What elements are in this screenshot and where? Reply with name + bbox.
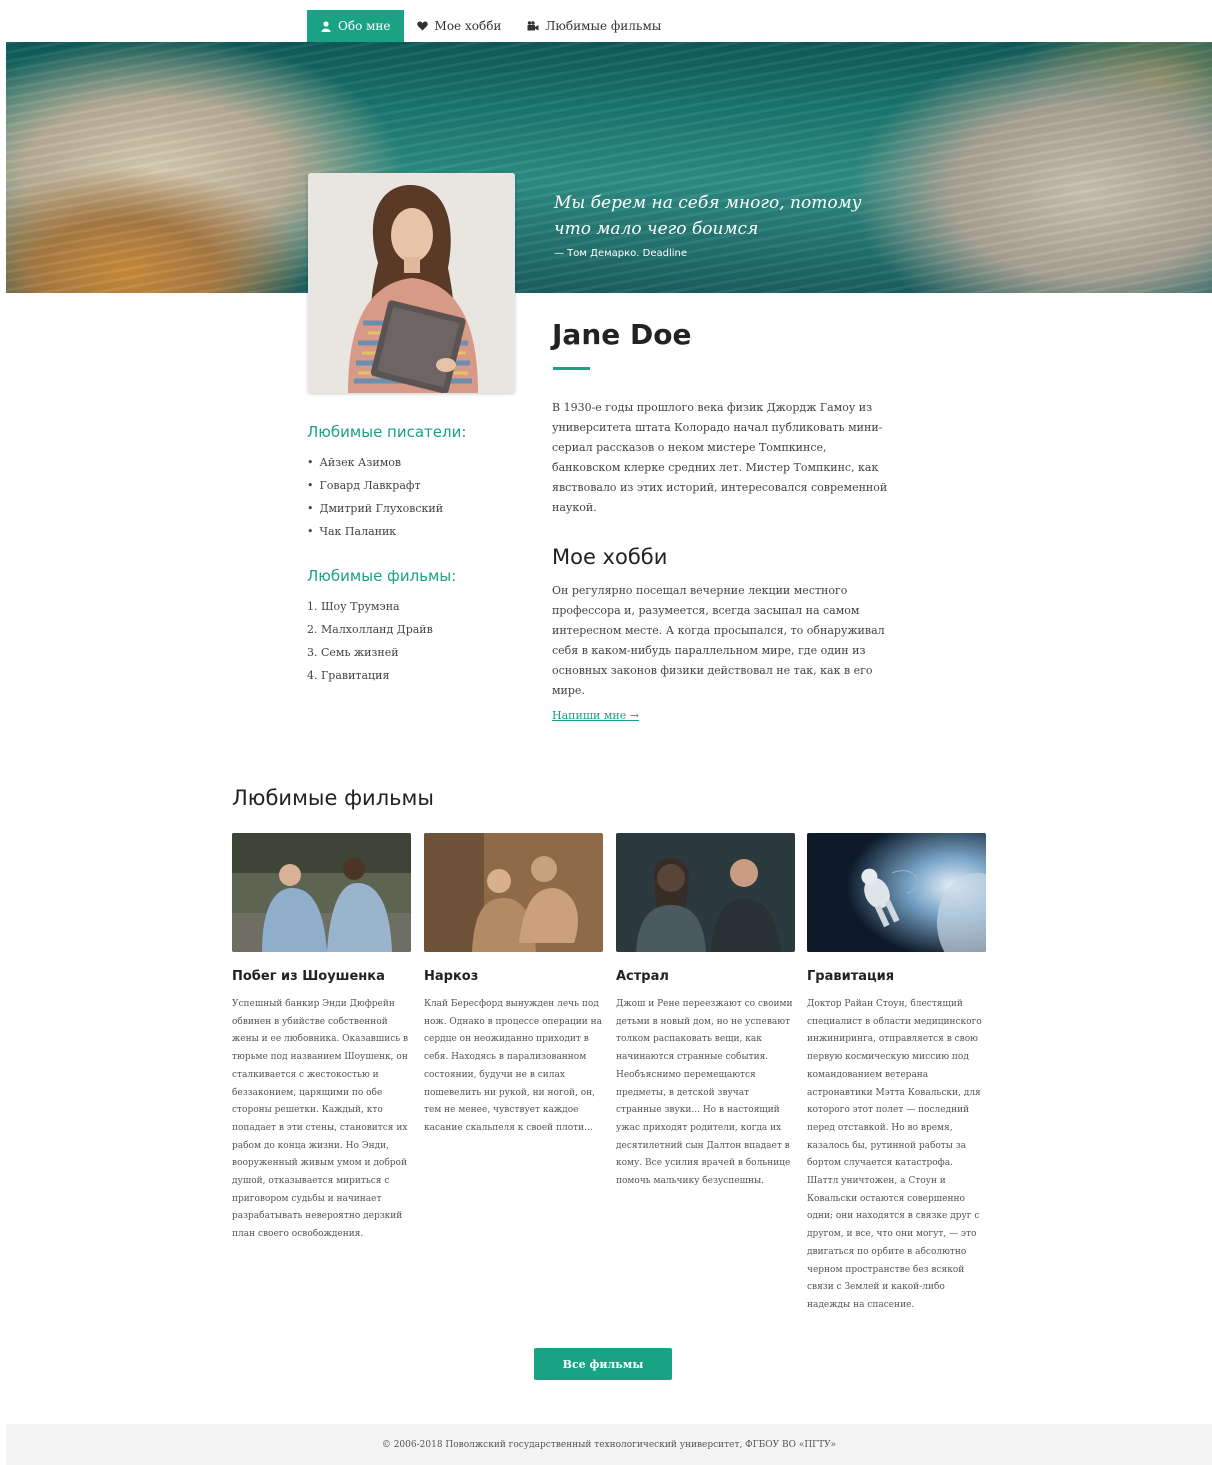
film-title: Гравитация — [807, 969, 895, 984]
quote-author: — Том Демарко. Deadline — [554, 248, 688, 259]
writers-title: Любимые писатели: — [307, 423, 467, 441]
nav-item-films[interactable]: Любимые фильмы — [514, 10, 674, 42]
list-item: Говард Лавкрафт — [307, 474, 507, 497]
film-poster — [616, 833, 795, 952]
films-title: Любимые фильмы — [232, 786, 434, 810]
all-films-button[interactable]: Все фильмы — [534, 1348, 672, 1380]
heart-icon — [417, 20, 429, 32]
nav-item-label: Обо мне — [338, 19, 391, 33]
film-description: Клай Бересфорд вынужден лечь под нож. Од… — [424, 999, 602, 1133]
film-card[interactable]: Побег из Шоушенка Успешный банкир Энди Д… — [232, 833, 412, 1244]
footer-text: © 2006-2018 Поволжский государственный т… — [381, 1439, 837, 1450]
film-poster — [424, 833, 603, 952]
profile-photo — [308, 173, 515, 393]
video-camera-icon — [527, 20, 539, 32]
film-title: Астрал — [616, 969, 669, 984]
list-item: 1. Шоу Трумэна — [307, 600, 400, 613]
hobby-title: Мое хобби — [552, 545, 668, 569]
film-poster — [232, 833, 411, 952]
nav-item-hobby[interactable]: Мое хобби — [404, 10, 515, 42]
list-item: Дмитрий Глуховский — [307, 497, 507, 520]
nav-item-label: Любимые фильмы — [545, 19, 662, 33]
user-icon — [320, 20, 332, 32]
list-item: Айзек Азимов — [307, 451, 507, 474]
film-card[interactable]: Гравитация Доктор Райан Стоун, блестящий… — [807, 833, 987, 1315]
films-sidebar-section: Любимые фильмы: 1. Шоу Трумэна 2. Малхол… — [307, 567, 507, 687]
film-description: Доктор Райан Стоун, блестящий специалист… — [807, 999, 982, 1310]
profile-name: Jane Doe — [552, 318, 692, 351]
nav-item-about[interactable]: Обо мне — [307, 10, 404, 42]
hero-quote: Мы берем на себя много, потому что мало … — [554, 190, 894, 259]
writers-section: Любимые писатели: Айзек Азимов Говард Ла… — [307, 423, 507, 543]
write-me-link[interactable]: Напиши мне → — [552, 709, 639, 722]
list-item: Чак Паланик — [307, 520, 507, 543]
quote-text: Мы берем на себя много, потому что мало … — [554, 193, 862, 239]
films-sidebar-list: 1. Шоу Трумэна 2. Малхолланд Драйв 3. Се… — [307, 595, 507, 687]
bio-text: В 1930-е годы прошлого века физик Джордж… — [552, 401, 888, 514]
list-item: 2. Малхолланд Драйв — [307, 623, 433, 636]
hobby-text: Он регулярно посещал вечерние лекции мес… — [552, 584, 885, 697]
name-underline — [553, 367, 590, 370]
nav-item-label: Мое хобби — [434, 19, 502, 33]
list-item: 3. Семь жизней — [307, 646, 399, 659]
footer: © 2006-2018 Поволжский государственный т… — [6, 1424, 1212, 1465]
film-title: Побег из Шоушенка — [232, 969, 385, 984]
film-poster — [807, 833, 986, 952]
film-title: Наркоз — [424, 969, 479, 984]
films-sidebar-title: Любимые фильмы: — [307, 567, 457, 585]
writers-list: Айзек Азимов Говард Лавкрафт Дмитрий Глу… — [307, 451, 507, 543]
top-nav: Обо мне Мое хобби Любимые фильмы — [307, 10, 674, 42]
film-description: Успешный банкир Энди Дюфрейн обвинен в у… — [232, 999, 409, 1240]
film-card[interactable]: Астрал Джош и Рене переезжают со своими … — [616, 833, 796, 1191]
film-description: Джош и Рене переезжают со своими детьми … — [616, 999, 793, 1187]
list-item: 4. Гравитация — [307, 669, 390, 682]
film-card[interactable]: Наркоз Клай Бересфорд вынужден лечь под … — [424, 833, 604, 1138]
